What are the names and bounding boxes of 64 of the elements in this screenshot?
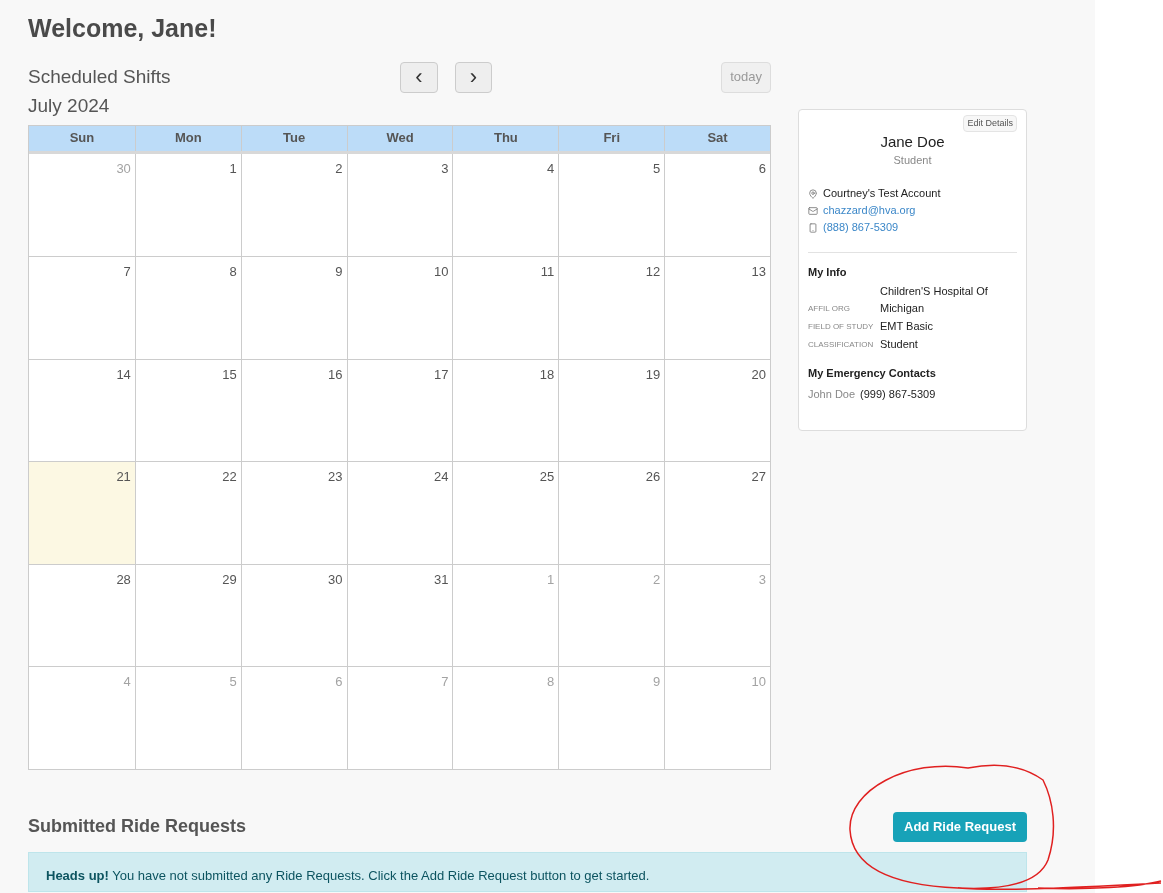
page-heading: Welcome, Jane! xyxy=(28,13,217,44)
calendar-title: Scheduled Shifts xyxy=(28,64,171,89)
day-cell[interactable]: 30 xyxy=(240,564,347,666)
weekday-header: Sat xyxy=(664,125,770,151)
day-cell[interactable]: 24 xyxy=(346,462,453,564)
previous-button[interactable]: ‹ xyxy=(400,61,438,93)
day-cell[interactable]: 12 xyxy=(558,257,665,359)
day-cell[interactable]: 4 xyxy=(452,153,559,256)
day-cell[interactable]: 25 xyxy=(452,462,559,564)
phone-icon xyxy=(808,222,818,233)
contact-phone: (999) 867-5309 xyxy=(860,387,936,402)
day-cell[interactable]: 2 xyxy=(240,153,347,256)
weekday-header: Sun xyxy=(68,129,96,148)
day-cell[interactable]: 22 xyxy=(134,462,241,564)
day-cell[interactable]: 18 xyxy=(452,359,559,461)
profile-name: Jane Doe xyxy=(880,132,945,152)
envelope-icon xyxy=(808,205,818,216)
day-cell[interactable]: 3 xyxy=(346,153,453,256)
edit-details-button[interactable]: Edit Details xyxy=(963,114,1017,132)
day-cell[interactable]: 29 xyxy=(134,564,241,666)
next-button[interactable]: › xyxy=(455,61,492,93)
phone-link[interactable]: (888) 867-5309 xyxy=(823,220,899,235)
info-label: CLASSIFICATION xyxy=(808,338,875,351)
day-cell[interactable]: 27 xyxy=(664,462,770,564)
info-value: Children'S Hospital Of Michigan xyxy=(880,283,989,316)
day-cell[interactable]: 23 xyxy=(240,462,347,564)
info-label: FIELD OF STUDY xyxy=(808,320,875,333)
day-cell[interactable]: 20 xyxy=(664,359,770,461)
email-link[interactable]: chazzard@hva.org xyxy=(823,203,916,218)
contact-name: John Doe xyxy=(808,387,856,402)
day-cell[interactable]: 1 xyxy=(134,153,241,256)
section-title: Submitted Ride Requests xyxy=(28,815,247,838)
day-cell[interactable]: 21 xyxy=(29,462,135,564)
weekday-header: Fri xyxy=(558,125,665,151)
info-value: Student xyxy=(880,336,919,352)
weekday-header: Thu xyxy=(452,125,559,151)
info-label: AFFIL ORG xyxy=(808,302,851,315)
day-cell[interactable]: 15 xyxy=(134,359,241,461)
info-value: EMT Basic xyxy=(880,318,934,334)
day-cell[interactable]: 17 xyxy=(346,359,453,461)
calendar-month: July 2024 xyxy=(28,93,110,118)
alert-message: Heads up! You have not submitted any Ride Requests. Click the Add Ride Request button to get started. xyxy=(46,867,650,883)
day-cell[interactable]: 5 xyxy=(558,153,665,256)
day-cell[interactable]: 31 xyxy=(346,564,453,666)
day-cell[interactable]: 7 xyxy=(29,257,135,359)
profile-role: Student xyxy=(893,153,932,168)
day-cell[interactable]: 10 xyxy=(346,257,453,359)
day-cell[interactable]: 16 xyxy=(240,359,347,461)
day-cell[interactable]: 26 xyxy=(558,462,665,564)
day-cell[interactable]: 19 xyxy=(558,359,665,461)
account-name: Courtney's Test Account xyxy=(823,186,941,201)
weekday-header: Tue xyxy=(240,125,347,151)
weekday-header: Wed xyxy=(346,125,453,151)
day-cell[interactable]: 8 xyxy=(134,257,241,359)
map-pin-icon xyxy=(808,188,818,199)
day-cell[interactable]: 28 xyxy=(29,564,135,666)
weekday-header: Mon xyxy=(134,125,241,151)
day-cell[interactable]: 11 xyxy=(452,257,559,359)
day-cell[interactable]: 9 xyxy=(240,257,347,359)
day-cell[interactable]: 13 xyxy=(664,257,770,359)
section-heading: My Info xyxy=(808,265,847,280)
day-cell[interactable]: 14 xyxy=(29,359,135,461)
day-cell[interactable]: 6 xyxy=(664,153,770,256)
section-heading: My Emergency Contacts xyxy=(808,365,936,381)
